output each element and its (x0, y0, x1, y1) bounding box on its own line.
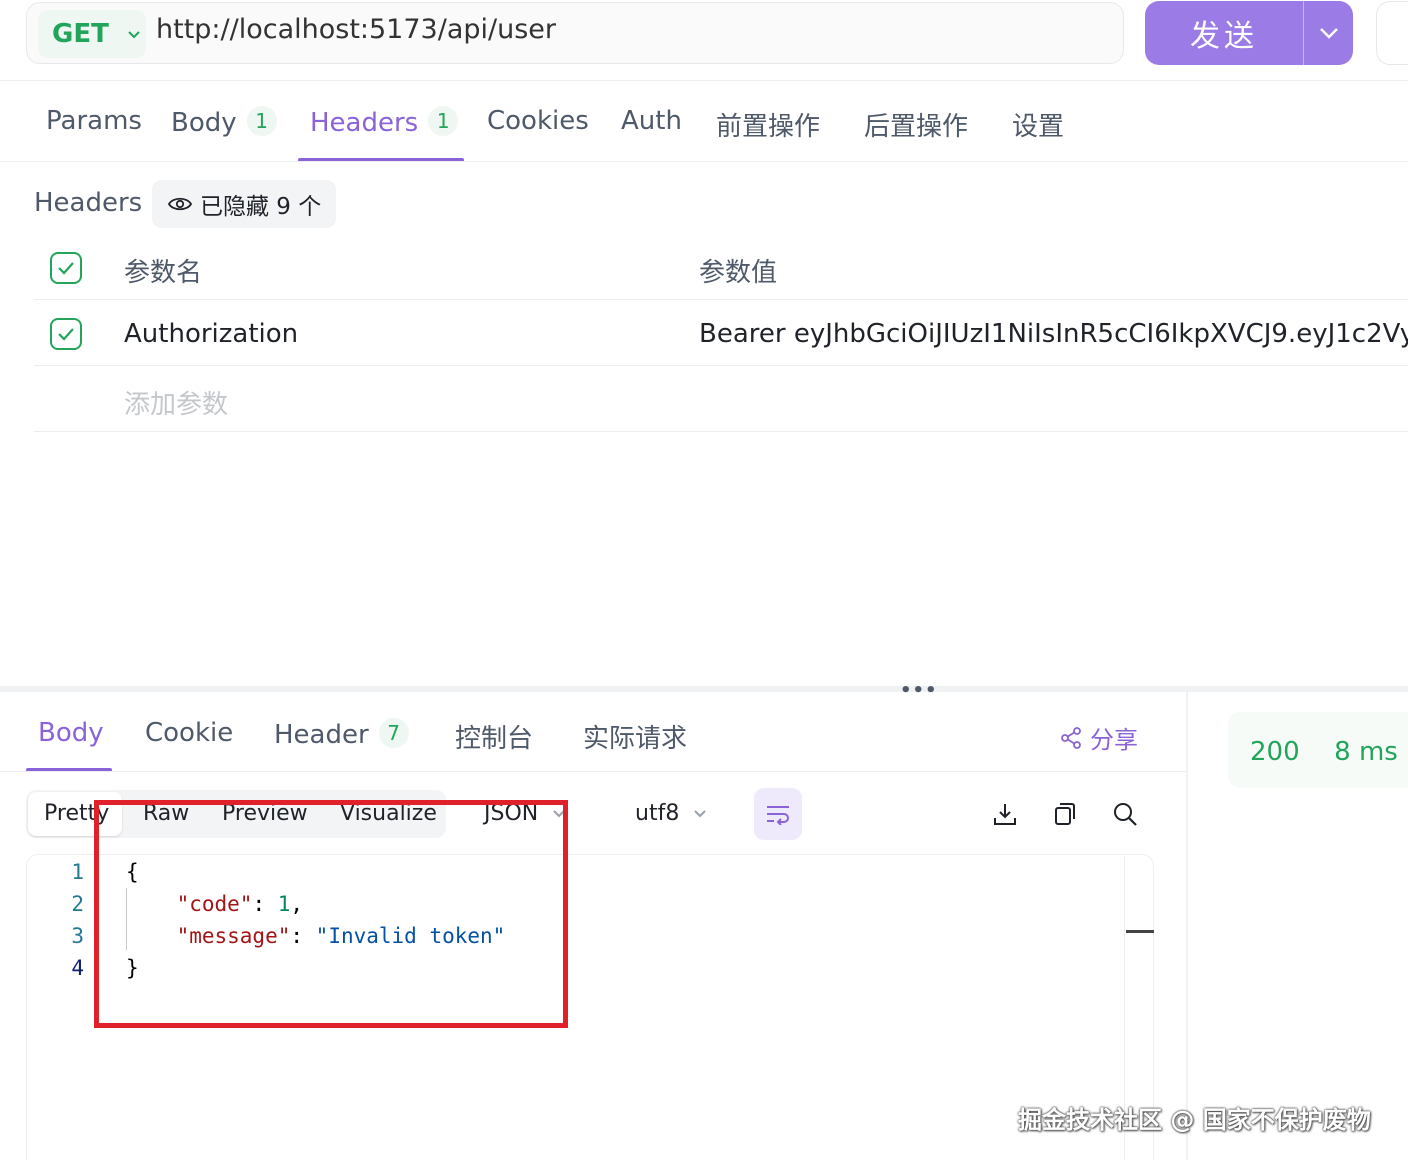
save-button[interactable] (1376, 1, 1408, 65)
check-icon (58, 262, 74, 275)
response-tab-body[interactable]: Body (38, 718, 104, 748)
section-title: Headers (34, 188, 143, 218)
search-icon (1114, 803, 1137, 826)
add-param-input[interactable]: 添加参数 (124, 384, 228, 421)
chevron-down-icon (1319, 28, 1338, 39)
line-number: 1 (71, 860, 84, 884)
line-number: 2 (71, 892, 84, 916)
divider (0, 80, 1408, 81)
line-number: 3 (71, 924, 84, 948)
tab-settings[interactable]: 设置 (1012, 106, 1064, 143)
response-tab-console[interactable]: 控制台 (455, 718, 533, 755)
drag-handle-icon[interactable]: ••• (900, 680, 938, 701)
tab-body[interactable]: Body 1 (171, 106, 277, 138)
tab-pre-request[interactable]: 前置操作 (716, 106, 820, 143)
header-name-cell[interactable]: Authorization (124, 319, 298, 349)
count-badge: 1 (246, 106, 277, 136)
send-label: 发送 (1190, 19, 1258, 54)
copy-button[interactable] (1049, 798, 1081, 830)
divider (0, 161, 1408, 162)
header-value-cell[interactable]: Bearer eyJhbGciOiJIUzI1NiIsInR5cCI6IkpXV… (699, 319, 1408, 349)
share-label: 分享 (1090, 726, 1138, 754)
tab-auth[interactable]: Auth (621, 106, 682, 136)
copy-icon (1055, 803, 1075, 825)
eye-icon (168, 197, 192, 211)
column-header-value: 参数值 (699, 258, 778, 288)
divider (0, 771, 1186, 772)
share-button[interactable]: 分享 (1060, 720, 1138, 755)
watermark: 掘金技术社区 @ 国家不保护废物 (1018, 1106, 1371, 1134)
hidden-headers-toggle[interactable]: 已隐藏 9 个 (152, 180, 336, 228)
download-icon (994, 804, 1016, 825)
response-tab-header[interactable]: Header 7 (274, 718, 409, 750)
method-select[interactable]: GET (38, 10, 146, 58)
word-wrap-button[interactable] (754, 788, 802, 840)
encoding-select[interactable]: utf8 (635, 801, 707, 826)
status-code: 200 (1250, 737, 1300, 767)
tab-params[interactable]: Params (46, 106, 142, 136)
share-icon (1061, 726, 1081, 749)
highlight-annotation-box (94, 800, 568, 1028)
url-input[interactable]: http://localhost:5173/api/user (156, 14, 556, 45)
line-number: 4 (71, 956, 84, 980)
count-badge: 1 (428, 106, 459, 136)
search-button[interactable] (1109, 798, 1141, 830)
hidden-count-label: 已隐藏 9 个 (200, 194, 322, 220)
send-button[interactable]: 发送 (1145, 1, 1353, 65)
response-time: 8 ms (1334, 737, 1398, 767)
chevron-down-icon (127, 25, 141, 44)
select-all-checkbox[interactable] (50, 252, 82, 284)
check-icon (58, 328, 74, 341)
encoding-label: utf8 (635, 801, 680, 826)
tab-headers[interactable]: Headers 1 (310, 106, 459, 138)
scrollbar-thumb[interactable] (1126, 930, 1154, 933)
response-tab-cookie[interactable]: Cookie (145, 718, 233, 748)
pane-splitter[interactable] (0, 686, 1408, 692)
tab-cookies[interactable]: Cookies (487, 106, 589, 136)
row-enabled-checkbox[interactable] (50, 318, 82, 350)
count-badge: 7 (378, 718, 409, 748)
response-tab-actual-request[interactable]: 实际请求 (583, 718, 687, 755)
divider (34, 431, 1408, 432)
column-header-name: 参数名 (124, 258, 203, 288)
download-button[interactable] (989, 798, 1021, 830)
tab-post-request[interactable]: 后置操作 (864, 106, 968, 143)
chevron-down-icon (693, 804, 707, 823)
send-dropdown-button[interactable] (1304, 1, 1353, 65)
divider (34, 299, 1408, 300)
divider (34, 365, 1408, 366)
vertical-splitter[interactable] (1186, 692, 1188, 1160)
method-label: GET (52, 19, 109, 49)
status-info: 200 8 ms (1250, 737, 1398, 767)
wrap-lines-icon (767, 806, 789, 825)
